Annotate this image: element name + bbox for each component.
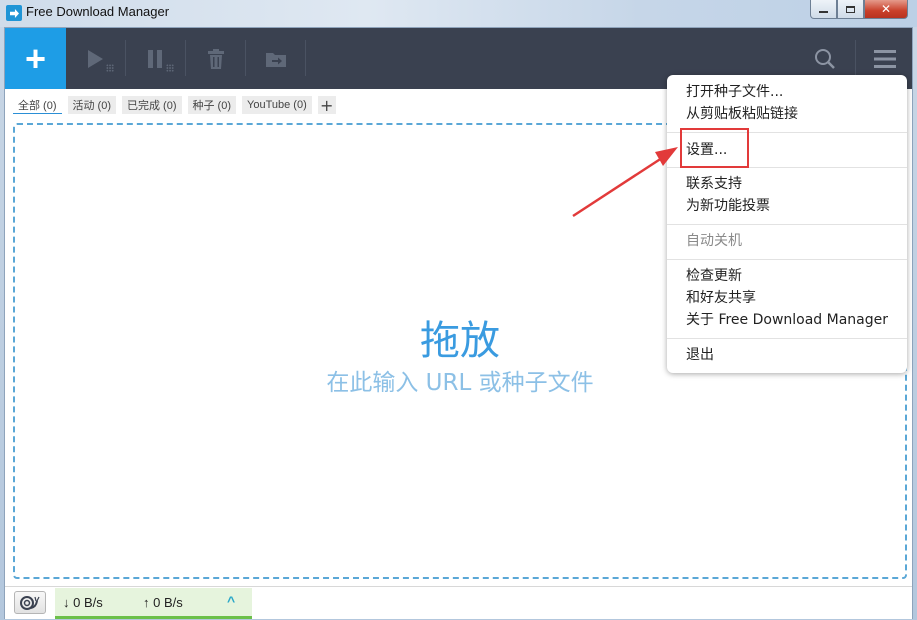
window-title: Free Download Manager [26, 4, 170, 19]
toolbar-divider [305, 40, 306, 76]
upload-speed: ↑ 0 B/s [143, 595, 183, 610]
move-to-folder-button[interactable] [246, 28, 306, 89]
download-speed: ↓ 0 B/s [63, 595, 103, 610]
menu-item-contact-support[interactable]: 联系支持 [686, 174, 742, 194]
all-dots-icon [106, 64, 114, 72]
tab-youtube[interactable]: YouTube (0) [242, 96, 312, 114]
speed-limit-button[interactable] [14, 591, 46, 614]
window-controls: ✕ [810, 0, 908, 19]
menu-item-vote-features[interactable]: 为新功能投票 [686, 196, 770, 216]
tab-torrents[interactable]: 种子 (0) [187, 96, 236, 114]
snail-icon [20, 595, 40, 610]
filter-tabs: 全部 (0) 活动 (0) 已完成 (0) 种子 (0) YouTube (0)… [13, 96, 336, 116]
menu-item-check-updates[interactable]: 检查更新 [686, 266, 742, 286]
folder-move-icon [266, 52, 286, 67]
menu-divider [667, 259, 907, 260]
toolbar-divider [855, 40, 856, 76]
pause-button[interactable] [126, 28, 186, 89]
search-icon [815, 48, 835, 69]
title-bar: Free Download Manager ✕ [0, 0, 917, 27]
minimize-icon [819, 10, 828, 13]
menu-item-auto-shutdown: 自动关机 [686, 233, 742, 249]
hamburger-icon [874, 49, 896, 68]
annotation-highlight-box [680, 128, 749, 168]
speed-panel[interactable]: ↓ 0 B/s ↑ 0 B/s ^ [55, 588, 252, 619]
start-button[interactable] [66, 28, 126, 89]
main-menu-dropdown: 打开种子文件... 从剪贴板粘贴链接 设置... 联系支持 为新功能投票 自动关… [667, 75, 907, 373]
status-bar: ↓ 0 B/s ↑ 0 B/s ^ [5, 586, 912, 619]
chevron-up-icon[interactable]: ^ [227, 593, 235, 609]
all-dots-icon [166, 64, 174, 72]
tab-active[interactable]: 活动 (0) [67, 96, 116, 114]
close-icon: ✕ [880, 2, 892, 16]
plus-icon: + [24, 37, 47, 79]
tab-all[interactable]: 全部 (0) [13, 96, 62, 114]
menu-divider [667, 338, 907, 339]
pause-icon [148, 49, 162, 68]
add-download-button[interactable]: + [5, 28, 66, 89]
maximize-icon [846, 5, 855, 13]
menu-item-paste-link[interactable]: 从剪贴板粘贴链接 [686, 104, 798, 124]
app-logo-icon [6, 5, 22, 21]
minimize-button[interactable] [810, 0, 837, 19]
menu-item-about[interactable]: 关于 Free Download Manager [686, 310, 888, 330]
menu-item-open-torrent[interactable]: 打开种子文件... [686, 82, 783, 102]
add-tab-button[interactable]: + [317, 95, 336, 115]
maximize-button[interactable] [837, 0, 864, 19]
play-icon [88, 49, 103, 68]
menu-divider [667, 224, 907, 225]
menu-item-share[interactable]: 和好友共享 [686, 288, 756, 308]
trash-icon [208, 48, 224, 69]
menu-item-exit[interactable]: 退出 [686, 345, 714, 365]
tab-completed[interactable]: 已完成 (0) [122, 96, 182, 114]
plus-icon: + [320, 95, 334, 115]
delete-button[interactable] [186, 28, 246, 89]
close-button[interactable]: ✕ [864, 0, 908, 19]
